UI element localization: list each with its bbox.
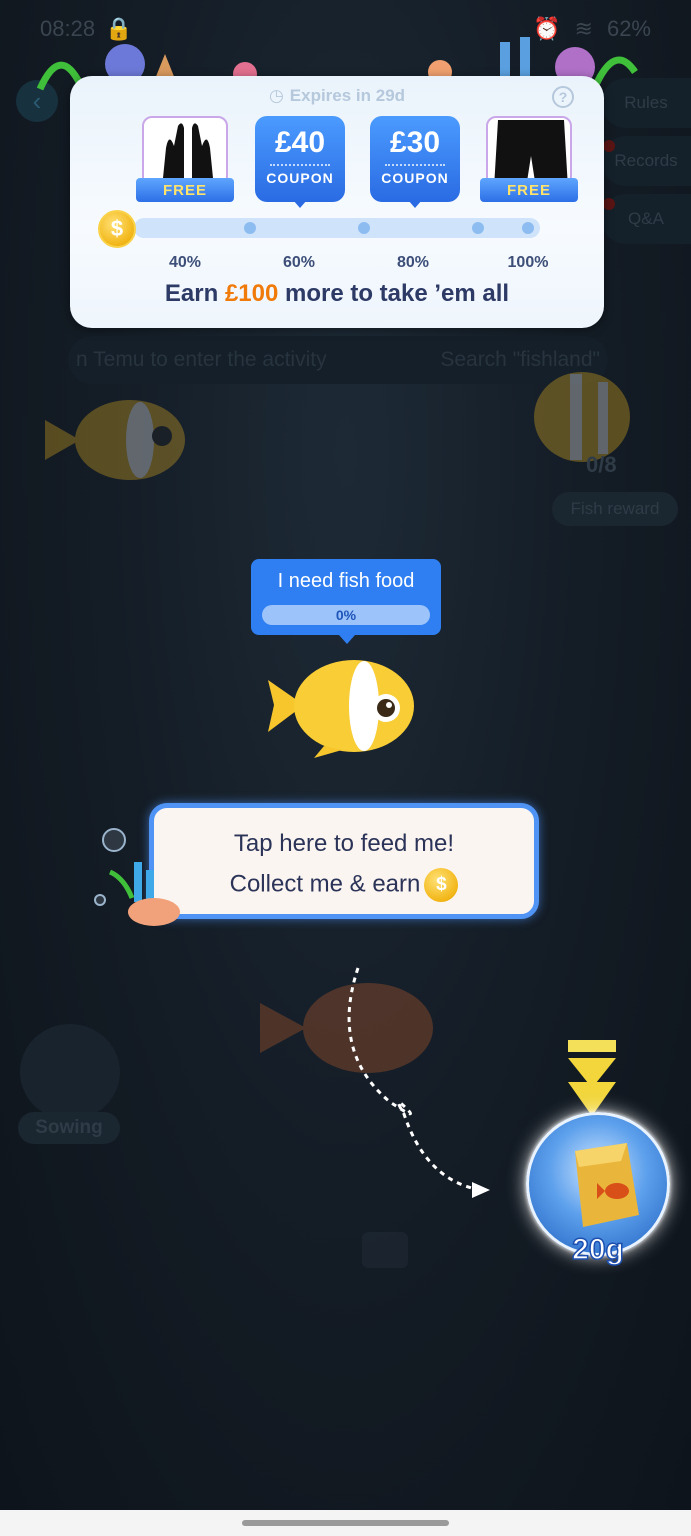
fish-food-amount: 20g — [571, 1232, 624, 1267]
reward-tier-coupon-40[interactable]: £40 COUPON — [255, 116, 345, 208]
notification-dot — [603, 140, 615, 152]
qa-button[interactable]: Q&A — [601, 194, 691, 244]
qa-label: Q&A — [628, 209, 664, 228]
earn-amount: £100 — [224, 280, 279, 307]
expiry-text: Expires in 29d — [289, 86, 406, 105]
free-badge: FREE — [136, 178, 234, 202]
earn-message: Earn £100 more to take ’em all — [70, 280, 604, 308]
sowing-button[interactable]: Sowing — [18, 1112, 120, 1144]
expiry-row: ◷ Expires in 29d — [70, 86, 604, 106]
coupon-badge: £30 COUPON — [370, 116, 460, 202]
notification-dot — [603, 198, 615, 210]
reward-tier-gloves[interactable]: FREE — [136, 116, 234, 204]
milestone-percent: 100% — [507, 254, 549, 271]
coral-decoration-icon — [108, 862, 180, 926]
earn-suffix: more to take ’em all — [285, 280, 510, 307]
sowing-pot-icon[interactable] — [20, 1024, 120, 1120]
background-fish-icon — [45, 400, 185, 480]
milestone-dot — [522, 222, 534, 234]
bubble-icon — [102, 828, 126, 852]
fish-food-bag-icon — [575, 1143, 639, 1227]
coin-icon: $ — [98, 210, 136, 248]
home-indicator[interactable] — [242, 1520, 449, 1526]
help-icon[interactable]: ? — [552, 86, 574, 108]
free-badge: FREE — [480, 178, 578, 202]
background-box-icon — [362, 1232, 408, 1268]
earn-prefix: Earn — [164, 280, 219, 307]
milestone-percent: 80% — [396, 254, 430, 271]
coupon-amount: £40 — [274, 126, 326, 159]
fish-reward-button[interactable]: Fish reward — [552, 492, 678, 526]
fish-food-title: I need fish food — [277, 570, 415, 592]
fish-reward-count: 0/8 — [586, 452, 617, 477]
milestone-dot — [472, 222, 484, 234]
side-menu: Rules Records Q&A — [601, 78, 691, 252]
milestone-percent: 40% — [168, 254, 202, 271]
fish-food-speech-bubble: I need fish food 0% — [251, 559, 441, 644]
activity-hint: n Temu to enter the activity — [76, 348, 327, 371]
reward-progress-track — [134, 218, 540, 238]
tap-instruction: Tap here to feed me! — [233, 830, 455, 857]
fish-reward-label: Fish reward — [570, 499, 660, 518]
coupon-amount: £30 — [389, 126, 441, 159]
coupon-badge: £40 COUPON — [255, 116, 345, 202]
coin-icon: $ — [424, 868, 459, 902]
milestone-dot — [358, 222, 370, 234]
feed-fish-tip-card[interactable]: Tap here to feed me! Collect me & earn $ — [149, 803, 539, 919]
background-angelfish-icon — [534, 372, 630, 462]
reward-tier-shorts[interactable]: FREE — [480, 116, 578, 204]
collect-text: Collect me & earn — [229, 870, 421, 898]
bubble-icon — [94, 894, 106, 906]
milestone-dot — [244, 222, 256, 234]
clock-icon: ◷ — [268, 86, 284, 105]
milestone-percent: 60% — [282, 254, 316, 271]
collect-instruction: Collect me & earn $ — [154, 868, 534, 902]
fish-food-progress-bar: 0% — [262, 605, 430, 625]
reward-progress-card: ◷ Expires in 29d ? FREE £40 COUPON £30 C… — [70, 76, 604, 328]
sowing-label: Sowing — [35, 1117, 103, 1138]
coupon-label: COUPON — [381, 170, 449, 186]
records-label: Records — [614, 151, 678, 170]
clownfish-icon[interactable] — [264, 650, 424, 760]
down-arrow-icon — [568, 1040, 616, 1116]
fish-food-progress: 0% — [335, 607, 357, 623]
records-button[interactable]: Records — [601, 136, 691, 186]
guide-arrow-icon — [347, 967, 490, 1198]
reward-tier-coupon-30[interactable]: £30 COUPON — [370, 116, 460, 208]
coupon-label: COUPON — [266, 170, 334, 186]
fish-food-button[interactable]: 20g — [526, 1112, 670, 1267]
